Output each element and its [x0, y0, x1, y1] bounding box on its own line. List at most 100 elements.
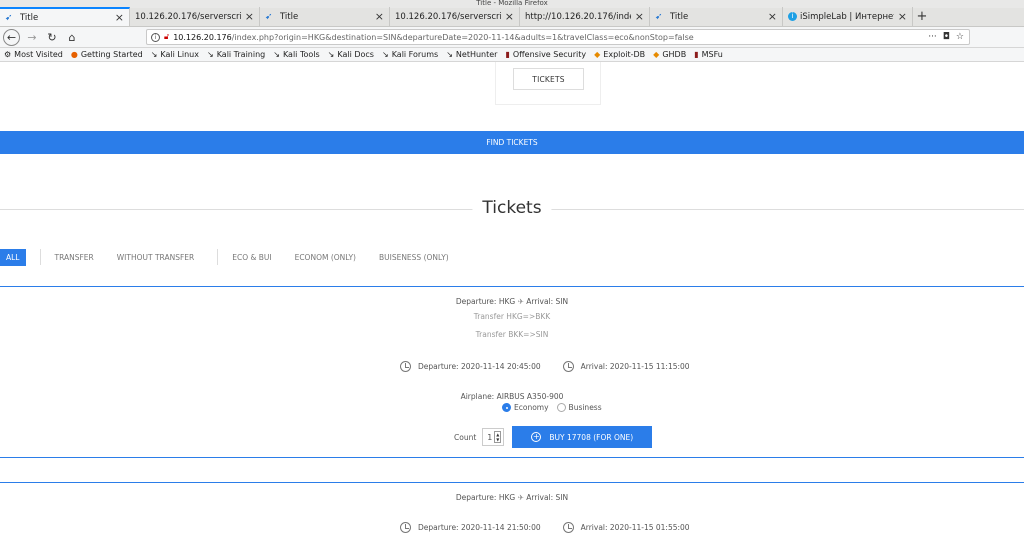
- tab-label: Title: [20, 12, 39, 23]
- url-host: 10.126.20.176: [173, 32, 232, 42]
- departure-airport: Departure: HKG: [455, 297, 516, 306]
- filter-transfer[interactable]: TRANSFER: [55, 253, 94, 262]
- section-heading: Tickets: [0, 198, 1024, 220]
- page-actions-icon[interactable]: ···: [928, 32, 937, 42]
- close-icon[interactable]: ×: [505, 10, 514, 23]
- page-content: TICKETS FIND TICKETS Tickets ALL TRANSFE…: [0, 62, 1024, 558]
- filter-without-transfer[interactable]: WITHOUT TRANSFER: [117, 253, 194, 262]
- offsec-icon: ▮: [694, 50, 699, 59]
- tab-serverscript-2[interactable]: 10.126.20.176/serverscript ×: [390, 7, 520, 26]
- count-stepper[interactable]: 1 ▲ ▼: [482, 428, 505, 446]
- ticket-card: Departure: HKG ✈︎ Arrival: SIN Departure…: [0, 482, 1024, 558]
- bookmark-offensive-security[interactable]: ▮ Offensive Security: [505, 50, 586, 59]
- bird-icon: ➹: [265, 11, 273, 22]
- gear-icon: ⚙: [4, 50, 12, 59]
- bookmark-kali-docs[interactable]: ↘ Kali Docs: [328, 50, 374, 59]
- url-bar[interactable]: i 🔓︎ 10.126.20.176 /index.php?origin=HKG…: [146, 29, 970, 45]
- bookmark-star-icon[interactable]: ☆: [956, 32, 964, 42]
- close-icon[interactable]: ×: [635, 10, 644, 23]
- tab-title-2[interactable]: ➹ Title ×: [260, 7, 390, 26]
- filter-eco-bui[interactable]: ECO & BUI: [232, 253, 271, 262]
- bookmark-getting-started[interactable]: ● Getting Started: [71, 50, 143, 59]
- new-tab-button[interactable]: +: [913, 7, 931, 26]
- tab-label: iSimpleLab | Интернет-: [800, 11, 894, 22]
- bookmark-exploit-db[interactable]: ◆ Exploit-DB: [594, 50, 645, 59]
- class-economy-radio[interactable]: Economy: [502, 403, 549, 412]
- home-button[interactable]: ⌂: [64, 29, 80, 45]
- class-business-radio[interactable]: Business: [556, 403, 602, 412]
- close-icon[interactable]: ×: [245, 10, 254, 23]
- bookmark-label: Most Visited: [14, 50, 63, 59]
- time-row: Departure: 2020-11-14 21:50:00 Arrival: …: [400, 522, 690, 533]
- time-row: Departure: 2020-11-14 20:45:00 Arrival: …: [400, 361, 690, 372]
- tab-title-3[interactable]: ➹ Title ×: [650, 7, 783, 26]
- transfer-line: Transfer HKG=>BKK: [473, 312, 551, 321]
- exploitdb-icon: ◆: [653, 50, 660, 59]
- buy-button[interactable]: + BUY 17708 (FOR ONE): [512, 426, 653, 448]
- count-label: Count: [454, 432, 477, 442]
- bookmark-kali-training[interactable]: ↘ Kali Training: [207, 50, 265, 59]
- transfer-line: Transfer BKK=>SIN: [475, 330, 549, 339]
- kali-icon: ↘: [206, 50, 214, 59]
- tab-title-1[interactable]: ➹ Title ×: [0, 7, 130, 26]
- forward-button[interactable]: →: [24, 29, 40, 45]
- bookmark-kali-tools[interactable]: ↘ Kali Tools: [273, 50, 319, 59]
- tab-index[interactable]: http://10.126.20.176/index.p ×: [520, 7, 650, 26]
- spinner-icon[interactable]: ▲ ▼: [494, 431, 502, 443]
- bookmark-label: Getting Started: [80, 50, 143, 59]
- bookmark-label: Kali Training: [216, 50, 266, 59]
- pocket-icon[interactable]: ◘: [943, 32, 950, 42]
- departure-time: Departure: 2020-11-14 21:50:00: [418, 523, 541, 532]
- bookmarks-toolbar: ⚙ Most Visited ● Getting Started ↘ Kali Lin…: [0, 48, 1024, 62]
- reload-button[interactable]: ↻: [44, 29, 60, 45]
- airplane-model: Airplane: AIRBUS A350-900: [460, 392, 564, 401]
- divider: [39, 249, 41, 265]
- close-icon[interactable]: ×: [768, 10, 777, 23]
- bookmark-label: Offensive Security: [512, 50, 587, 59]
- close-icon[interactable]: ×: [375, 10, 384, 23]
- bookmark-label: Kali Linux: [160, 50, 199, 59]
- bookmark-kali-forums[interactable]: ↘ Kali Forums: [382, 50, 438, 59]
- count-value: 1: [487, 432, 493, 442]
- info-icon: i: [788, 12, 797, 21]
- tab-label: 10.126.20.176/serverscript: [395, 11, 501, 22]
- close-icon[interactable]: ×: [115, 11, 124, 24]
- firefox-icon: ●: [70, 50, 78, 59]
- clock-icon: [400, 361, 411, 372]
- arrival-time: Arrival: 2020-11-15 01:55:00: [580, 523, 690, 532]
- filter-all[interactable]: ALL: [0, 248, 26, 266]
- bookmark-nethunter[interactable]: ↘ NetHunter: [446, 50, 497, 59]
- bird-icon: ➹: [5, 12, 13, 23]
- bookmark-ghdb[interactable]: ◆ GHDB: [653, 50, 686, 59]
- insecure-lock-icon[interactable]: 🔓︎: [164, 32, 169, 42]
- kali-icon: ↘: [273, 50, 280, 59]
- clock-icon: [400, 522, 411, 533]
- filter-buiseness-only[interactable]: BUISENESS (ONLY): [379, 253, 449, 262]
- ticket-card: Departure: HKG ✈︎ Arrival: SIN Transfer …: [0, 286, 1024, 458]
- tab-label: Title: [670, 11, 689, 22]
- bookmark-label: NetHunter: [455, 50, 498, 59]
- tab-isimplelab[interactable]: i iSimpleLab | Интернет- ×: [783, 7, 913, 26]
- bookmark-most-visited[interactable]: ⚙ Most Visited: [4, 50, 63, 59]
- tab-serverscript-1[interactable]: 10.126.20.176/serverscript ×: [130, 7, 260, 26]
- filter-econom-only[interactable]: ECONOM (ONLY): [295, 253, 356, 262]
- find-tickets-button[interactable]: FIND TICKETS: [0, 131, 1024, 154]
- departure-airport: Departure: HKG: [455, 493, 516, 502]
- bookmark-kali-linux[interactable]: ↘ Kali Linux: [151, 50, 199, 59]
- info-icon[interactable]: i: [151, 32, 160, 42]
- tab-bar: ➹ Title × 10.126.20.176/serverscript × ➹…: [0, 7, 1024, 27]
- kali-icon: ↘: [381, 50, 389, 59]
- close-icon[interactable]: ×: [898, 10, 907, 23]
- page-title: Tickets: [472, 198, 552, 218]
- tickets-nav-button[interactable]: TICKETS: [513, 68, 584, 90]
- kali-icon: ↘: [150, 50, 158, 59]
- tickets-nav-box: TICKETS: [495, 62, 601, 105]
- radio-selected-icon: [502, 403, 511, 412]
- bookmark-msfu[interactable]: ▮ MSFu: [694, 50, 723, 59]
- kali-icon: ↘: [327, 50, 335, 59]
- departure-time: Departure: 2020-11-14 20:45:00: [418, 362, 541, 371]
- plane-icon: ✈︎: [517, 297, 527, 306]
- bookmark-label: Kali Tools: [282, 50, 320, 59]
- back-button[interactable]: ←: [3, 28, 20, 46]
- bookmark-label: Exploit-DB: [603, 50, 646, 59]
